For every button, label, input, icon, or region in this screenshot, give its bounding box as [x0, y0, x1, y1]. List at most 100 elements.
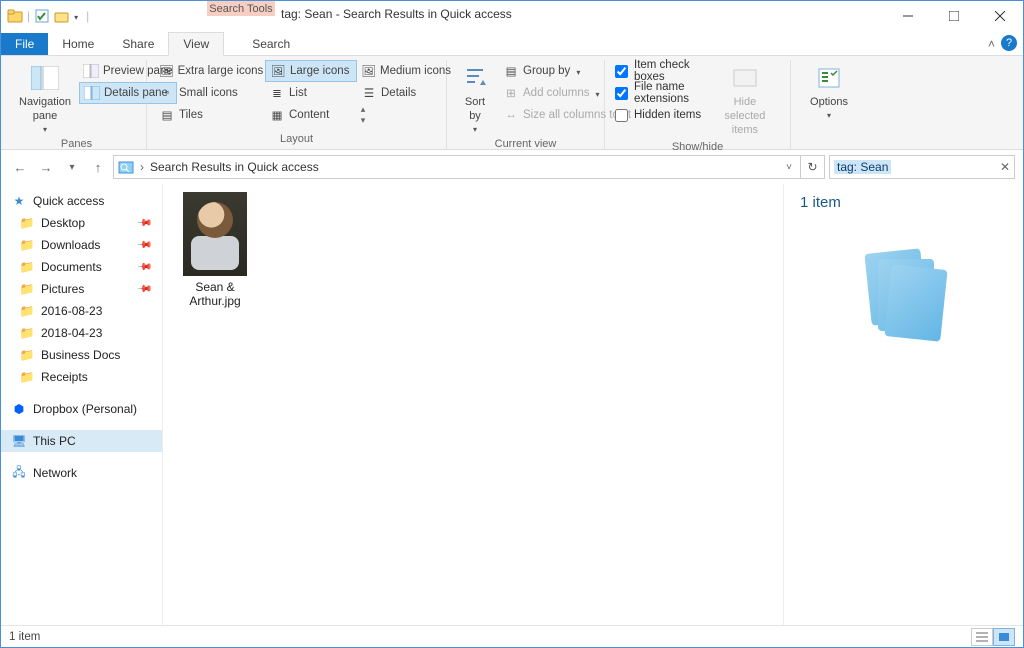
view-large-icons-button[interactable]: [993, 628, 1015, 646]
file-thumbnail: [183, 192, 247, 276]
search-term: tag: Sean: [834, 160, 891, 174]
folder-icon應: 📁: [19, 259, 35, 275]
address-bar[interactable]: › Search Results in Quick access ˅: [113, 155, 801, 179]
qat-dropdown-icon[interactable]: ▾: [74, 13, 78, 22]
sidebar-quick-access[interactable]: ★ Quick access: [1, 190, 162, 212]
navigation-pane-button[interactable]: Navigation pane ▾: [15, 60, 75, 136]
layout-medium[interactable]: 🖼Medium icons: [357, 60, 455, 82]
sidebar-dropbox[interactable]: ⬢Dropbox (Personal): [1, 398, 162, 420]
folder-icon: 📁: [19, 303, 35, 319]
file-name-label: Sean & Arthur.jpg: [175, 280, 255, 308]
layout-small[interactable]: ▫Small icons: [155, 82, 265, 104]
folder-icon: 📁: [19, 325, 35, 341]
group-layout-label: Layout: [155, 131, 438, 149]
add-columns-icon: ⊞: [503, 85, 519, 101]
tab-view[interactable]: View: [168, 32, 224, 56]
quick-access-toolbar: | ▾ |: [1, 8, 89, 24]
details-icon: ☰: [361, 85, 377, 101]
layout-scroll-up[interactable]: ▴: [361, 104, 366, 115]
sidebar-item-documents[interactable]: 📁Documents📌: [1, 256, 162, 278]
sidebar-item-folder[interactable]: 📁Receipts: [1, 366, 162, 388]
sidebar-item-downloads[interactable]: 📁Downloads📌: [1, 234, 162, 256]
size-columns-icon: ↔: [503, 107, 519, 123]
collapse-ribbon-icon[interactable]: ˄: [988, 37, 995, 51]
sidebar-network[interactable]: 🖧Network: [1, 462, 162, 484]
search-results-icon: [118, 159, 134, 175]
sidebar-item-folder[interactable]: 📁Business Docs: [1, 344, 162, 366]
folder-icon: 📁: [19, 369, 35, 385]
back-button[interactable]: ←: [9, 156, 31, 178]
address-dropdown[interactable]: ˅: [782, 162, 796, 173]
navigation-sidebar: ★ Quick access 📁Desktop📌 📁Downloads📌 📁Do…: [1, 184, 163, 625]
medium-icons-icon: 🖼: [361, 63, 376, 79]
help-icon[interactable]: ?: [1001, 35, 1017, 51]
up-button[interactable]: ↑: [87, 156, 109, 178]
sidebar-item-folder[interactable]: 📁2016-08-23: [1, 300, 162, 322]
this-pc-icon: 🖥: [11, 433, 27, 449]
sidebar-item-folder[interactable]: 📁2018-04-23: [1, 322, 162, 344]
hidden-items-toggle[interactable]: Hidden items: [613, 104, 704, 126]
list-icon: ≣: [269, 85, 285, 101]
search-input[interactable]: tag: Sean ✕: [829, 155, 1015, 179]
file-item[interactable]: Sean & Arthur.jpg: [175, 192, 255, 308]
sidebar-this-pc[interactable]: 🖥This PC: [1, 430, 162, 452]
folder-icon: 📁: [19, 281, 35, 297]
layout-list[interactable]: ≣List: [265, 82, 357, 104]
status-bar: 1 item: [1, 625, 1023, 647]
quick-access-icon: ★: [11, 193, 27, 209]
tab-home[interactable]: Home: [48, 33, 108, 55]
generic-files-icon: [864, 251, 944, 343]
options-label: Options: [810, 96, 848, 110]
titlebar: | ▾ | Search Tools tag: Sean - Search Re…: [1, 1, 1023, 31]
folder-icon: 📁: [19, 347, 35, 363]
extra-large-icons-icon: 🖼: [159, 63, 174, 79]
item-check-boxes-toggle[interactable]: Item check boxes: [613, 60, 704, 82]
small-icons-icon: ▫: [159, 85, 175, 101]
sort-by-button[interactable]: Sort by ▾: [455, 60, 495, 136]
tab-search[interactable]: Search: [238, 31, 304, 55]
status-text: 1 item: [9, 631, 40, 643]
file-name-extensions-toggle[interactable]: File name extensions: [613, 82, 704, 104]
sidebar-item-pictures[interactable]: 📁Pictures📌: [1, 278, 162, 300]
view-details-button[interactable]: [971, 628, 993, 646]
forward-button[interactable]: →: [35, 156, 57, 178]
sidebar-item-desktop[interactable]: 📁Desktop📌: [1, 212, 162, 234]
group-panes-label: Panes: [15, 136, 138, 154]
results-grid[interactable]: Sean & Arthur.jpg: [163, 184, 783, 625]
refresh-button[interactable]: ↻: [801, 155, 825, 179]
group-current-view-label: Current view: [455, 136, 596, 154]
pin-icon: 📌: [135, 237, 152, 254]
breadcrumb-separator[interactable]: ›: [140, 160, 144, 174]
layout-details[interactable]: ☰Details: [357, 82, 455, 104]
hide-selected-label: Hide selected items: [712, 96, 778, 137]
tab-share[interactable]: Share: [108, 33, 168, 55]
group-by-icon: ▤: [503, 63, 519, 79]
layout-extra-large[interactable]: 🖼Extra large icons: [155, 60, 265, 82]
options-button[interactable]: Options ▾: [799, 60, 859, 122]
minimize-button[interactable]: [885, 1, 931, 31]
layout-tiles[interactable]: ▤Tiles: [155, 104, 265, 126]
layout-scroll-down[interactable]: ▾: [361, 115, 366, 126]
navigation-pane-label: Navigation pane: [19, 96, 71, 124]
new-folder-icon[interactable]: [54, 8, 70, 24]
dropbox-icon: ⬢: [11, 401, 27, 417]
tab-file[interactable]: File: [1, 33, 48, 55]
close-button[interactable]: [977, 1, 1023, 31]
tiles-icon: ▤: [159, 107, 175, 123]
breadcrumb[interactable]: Search Results in Quick access: [150, 160, 319, 174]
layout-content[interactable]: ▦Content: [265, 104, 357, 126]
properties-icon[interactable]: [34, 8, 50, 24]
recent-locations-button[interactable]: ▾: [61, 156, 83, 178]
explorer-icon: [7, 8, 23, 24]
ribbon-tabs: File Home Share View Search ˄ ?: [1, 31, 1023, 56]
group-show-hide-label: Show/hide: [613, 139, 782, 157]
layout-large[interactable]: 🖼Large icons: [265, 60, 357, 82]
folder-icon: 📁: [19, 237, 35, 253]
clear-search-button[interactable]: ✕: [1000, 160, 1010, 174]
maximize-button[interactable]: [931, 1, 977, 31]
sort-by-label: Sort by: [459, 96, 491, 124]
pin-icon: 📌: [135, 215, 152, 232]
pin-icon: 📌: [135, 281, 152, 298]
hide-selected-button: Hide selected items: [708, 60, 782, 139]
details-pane: 1 item: [783, 184, 1023, 625]
